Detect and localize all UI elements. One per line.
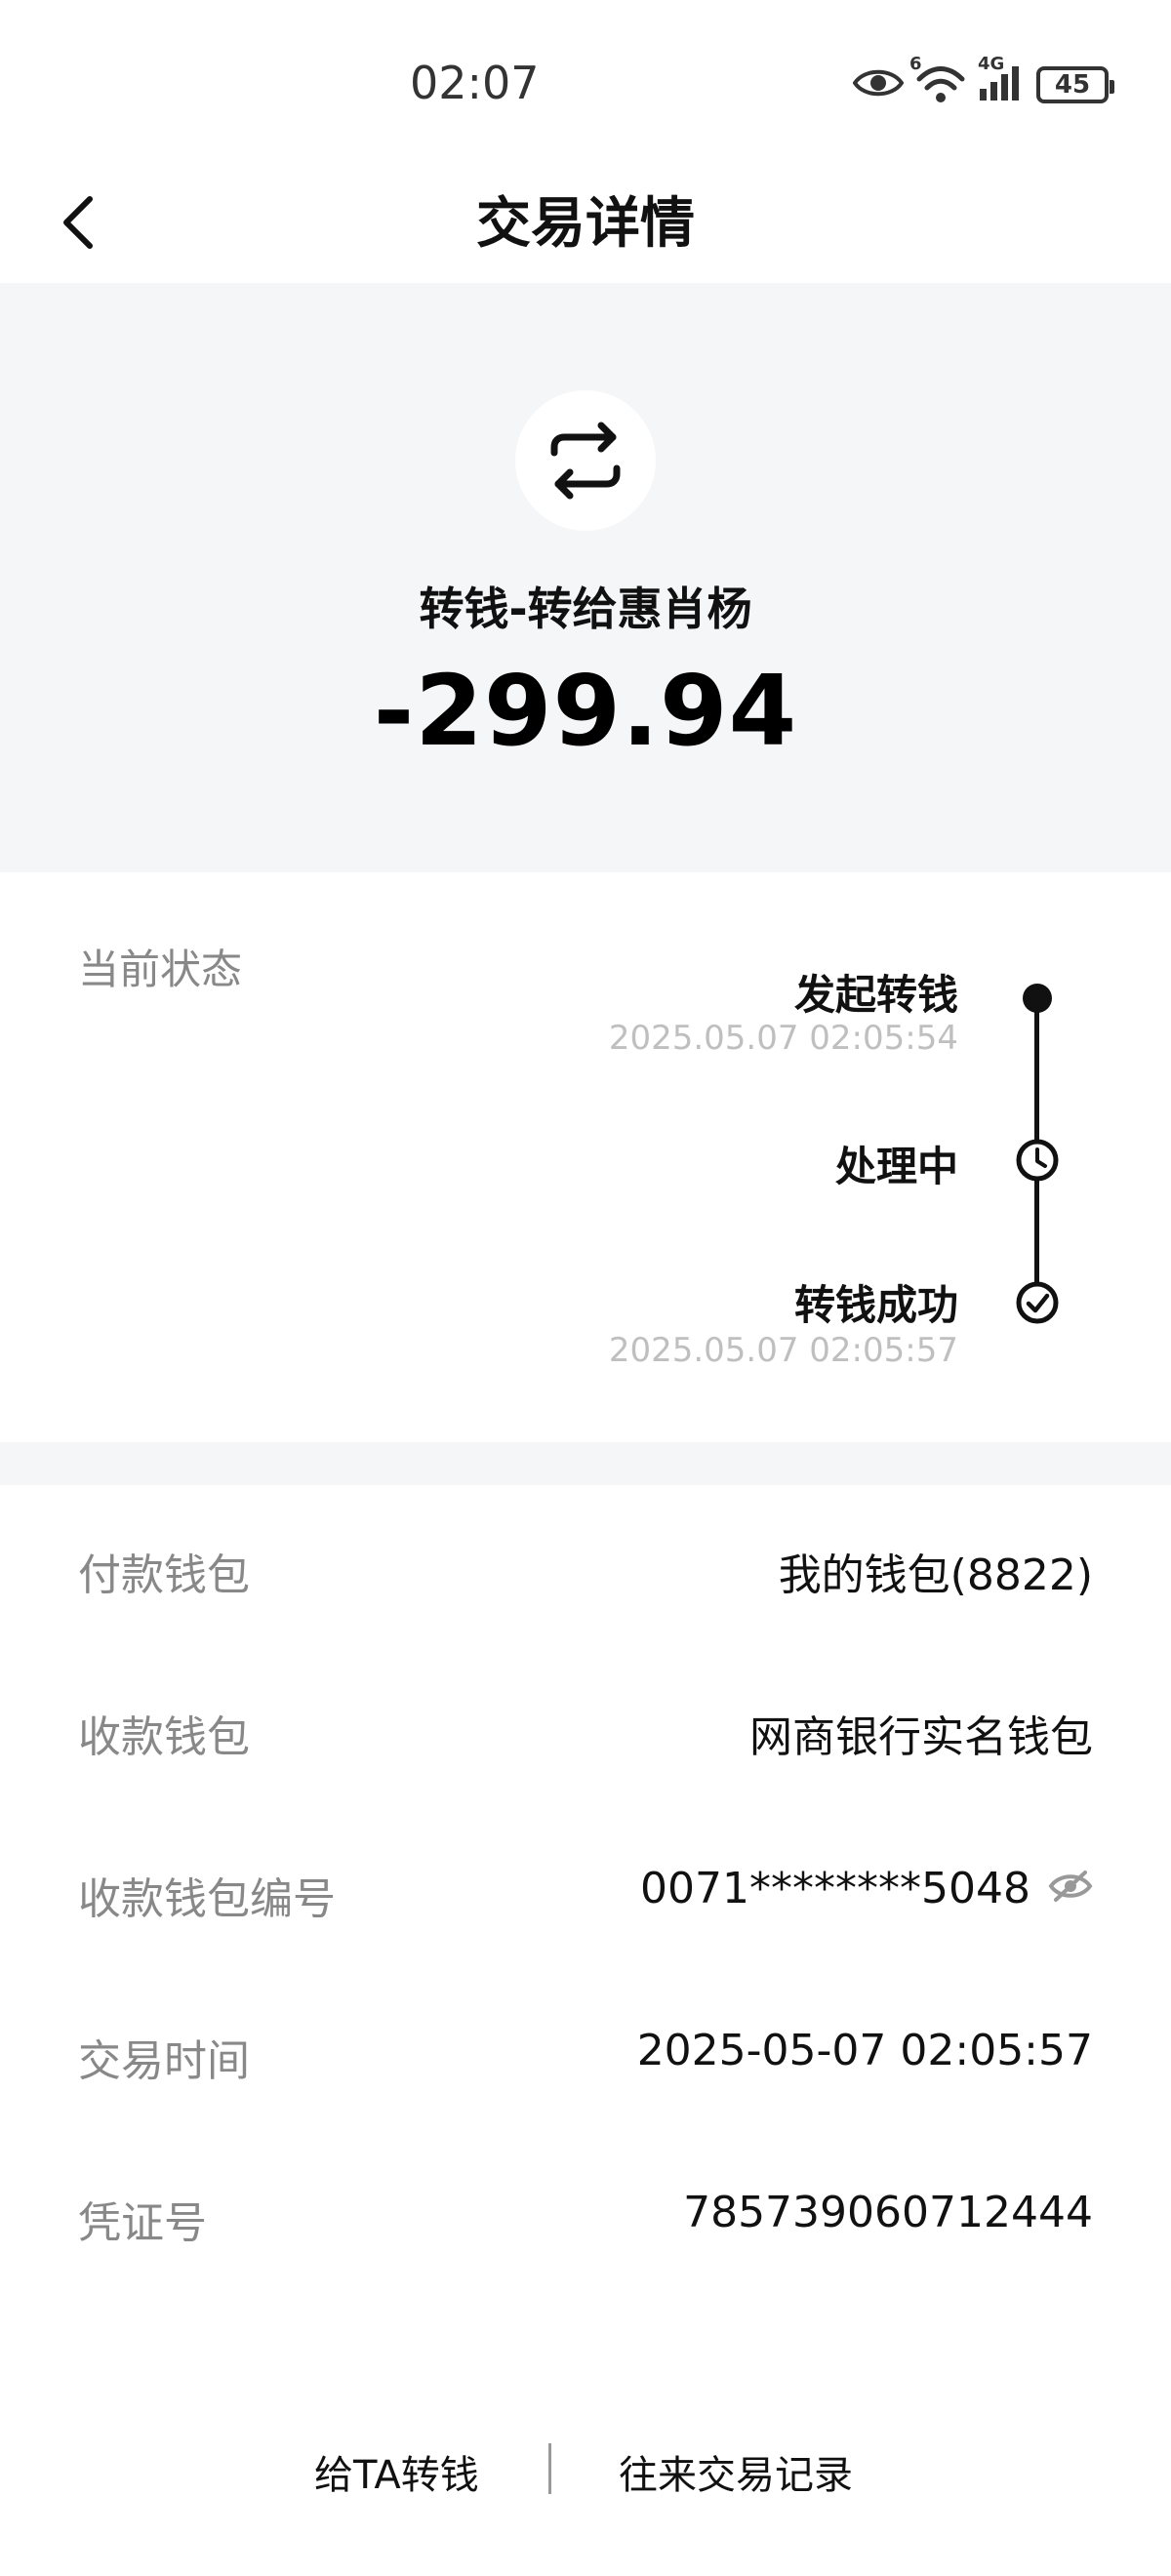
transaction-summary: 转钱-转给惠肖杨 -299.94 — [0, 283, 1171, 872]
transaction-history-button[interactable]: 往来交易记录 — [619, 2443, 853, 2500]
dot-icon — [1023, 984, 1052, 1013]
step-time-success: 2025.05.07 02:05:57 — [608, 1331, 958, 1370]
status-label: 当前状态 — [78, 946, 243, 993]
wifi-badge: 6 — [909, 54, 922, 74]
payee-wallet-value: 网商银行实名钱包 — [749, 1712, 1093, 1762]
wallet-number-value: 0071********5048 — [640, 1864, 1030, 1913]
nav-bar: 交易详情 — [0, 166, 1171, 283]
detail-label: 凭证号 — [78, 2198, 207, 2248]
status-timeline: 当前状态 发起转钱 2025.05.07 02:05:54 处理中 转钱成功 2… — [0, 872, 1171, 1442]
battery-icon: 45 — [1036, 66, 1114, 103]
transfer-to-them-button[interactable]: 给TA转钱 — [314, 2443, 479, 2500]
detail-row-voucher-number: 凭证号 785739060712444 — [0, 2133, 1171, 2295]
check-circle-icon — [1015, 1280, 1060, 1325]
detail-row-payee-wallet: 收款钱包 网商银行实名钱包 — [0, 1647, 1171, 1809]
detail-label: 订单号 — [78, 2350, 207, 2363]
detail-value: 我的钱包(8822) — [779, 1540, 1093, 1602]
detail-label: 收款钱包 — [78, 1712, 250, 1762]
transaction-details: 付款钱包 我的钱包(8822) 收款钱包 网商银行实名钱包 收款钱包编号 007… — [0, 1485, 1171, 2363]
detail-label: 收款钱包编号 — [78, 1874, 336, 1924]
detail-value: 网商银行实名钱包 — [749, 1702, 1093, 1764]
network-label: 4G — [978, 54, 1005, 74]
wifi-icon: 6 — [909, 54, 966, 108]
transaction-time-value: 2025-05-07 02:05:57 — [636, 2026, 1093, 2075]
bottom-action-bar: 给TA转钱 往来交易记录 — [0, 2363, 1171, 2576]
page-title: 交易详情 — [476, 192, 695, 256]
step-title-initiated: 发起转钱 — [793, 971, 958, 1019]
bottom-divider — [548, 2443, 551, 2494]
eye-icon — [852, 66, 905, 103]
detail-label: 交易时间 — [78, 2036, 250, 2086]
detail-value: 0071********5048 — [640, 1864, 1093, 1913]
detail-label: 付款钱包 — [78, 1550, 250, 1600]
status-bar: 02:07 6 4G 45 — [0, 0, 1171, 166]
transaction-amount: -299.94 — [373, 654, 798, 768]
eye-off-icon[interactable] — [1048, 1864, 1093, 1913]
detail-row-order-number: 订单号 — [0, 2295, 1171, 2363]
detail-value: 785739060712444 — [683, 2188, 1093, 2237]
step-title-success: 转钱成功 — [793, 1281, 958, 1329]
step-title-processing: 处理中 — [834, 1143, 958, 1190]
detail-value: 2025-05-07 02:05:57 — [637, 2026, 1093, 2075]
transaction-title: 转钱-转给惠肖杨 — [419, 583, 752, 635]
payer-wallet-value: 我的钱包(8822) — [778, 1550, 1093, 1600]
status-icons: 6 4G 45 — [852, 54, 1114, 109]
detail-row-transaction-time: 交易时间 2025-05-07 02:05:57 — [0, 1971, 1171, 2133]
clock-icon — [1015, 1138, 1060, 1183]
transfer-arrows-icon — [515, 390, 656, 531]
signal-icon: 4G — [978, 54, 1025, 106]
voucher-number-value: 785739060712444 — [683, 2188, 1093, 2237]
transaction-detail-page: 02:07 6 4G 45 交易详情 转钱-转给惠肖杨 -299.94 当前状态… — [0, 0, 1171, 2576]
status-time: 02:07 — [410, 57, 540, 109]
section-divider — [0, 1442, 1171, 1485]
detail-row-payer-wallet: 付款钱包 我的钱包(8822) — [0, 1485, 1171, 1647]
step-time-initiated: 2025.05.07 02:05:54 — [608, 1019, 958, 1058]
detail-row-wallet-number: 收款钱包编号 0071********5048 — [0, 1809, 1171, 1971]
